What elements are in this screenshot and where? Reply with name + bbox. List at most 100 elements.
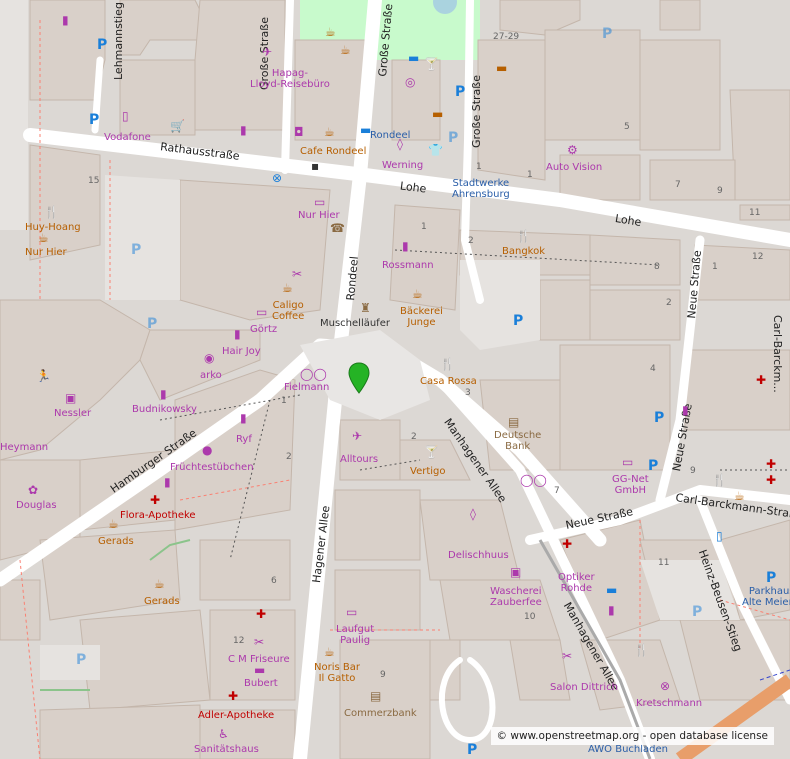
place-label-budnikowsky[interactable]: Budnikowsky	[132, 404, 197, 415]
place-label-gerads-2[interactable]: Gerads	[144, 596, 180, 607]
place-label-ryf[interactable]: Ryf	[236, 434, 252, 445]
location-marker-icon[interactable]	[348, 362, 370, 398]
shop-icon: ▬	[254, 663, 266, 677]
place-label-muschellaeufer[interactable]: Muschelläufer	[320, 318, 390, 329]
place-label-parkhaus[interactable]: Parkhaus Alte Meierei	[742, 586, 790, 608]
place-label-rondeel[interactable]: Rondeel	[370, 130, 410, 141]
place-label-salon-dittrich[interactable]: Salon Dittrich	[550, 682, 618, 693]
bicycle-shop-icon: ⊗	[660, 679, 671, 693]
shop-icon: ◎	[405, 75, 416, 89]
place-label-caligo[interactable]: Caligo Coffee	[272, 300, 304, 322]
shoe-shop-icon: ▭	[346, 605, 358, 619]
shop-icon: ▮	[164, 475, 171, 489]
shop-icon: ▣	[65, 391, 77, 405]
parking-icon: P	[513, 313, 524, 329]
shop-icon: ▮	[234, 327, 241, 341]
chemist-icon: ▮	[402, 239, 409, 253]
cosmetics-icon: ✿	[28, 483, 39, 497]
place-label-fielmann[interactable]: Fielmann	[284, 382, 329, 393]
place-label-casa-rossa[interactable]: Casa Rossa	[420, 376, 477, 387]
place-label-nessler[interactable]: Nessler	[54, 408, 91, 419]
place-label-sanitaetshaus[interactable]: Sanitätshaus	[194, 744, 259, 755]
place-label-vodafone[interactable]: Vodafone	[104, 132, 151, 143]
parking-icon: P	[448, 130, 459, 146]
map-canvas[interactable]: Rathausstraße Lohe Lohe Große Straße Gro…	[0, 0, 790, 759]
restaurant-icon: 🍴	[634, 643, 649, 657]
place-label-awo[interactable]: AWO Buchladen	[588, 744, 668, 755]
parking-icon: P	[147, 316, 158, 332]
information-icon: ▯	[716, 529, 723, 543]
place-label-alltours[interactable]: Alltours	[340, 454, 378, 465]
place-label-gerads[interactable]: Gerads	[98, 536, 134, 547]
place-label-gg-net[interactable]: GG-Net GmbH	[612, 474, 649, 496]
house-number: 11	[749, 208, 761, 218]
place-label-laufgut[interactable]: Laufgut Paulig	[336, 624, 374, 646]
house-number: 9	[690, 466, 696, 476]
camera-shop-icon: ◘	[294, 125, 304, 139]
place-label-douglas[interactable]: Douglas	[16, 500, 57, 511]
place-label-commerzbank[interactable]: Commerzbank	[344, 708, 417, 719]
shop-icon: ▮	[682, 403, 689, 417]
place-label-cm-friseure[interactable]: C M Friseure	[228, 654, 290, 665]
place-label-arko[interactable]: arko	[200, 370, 222, 381]
place-label-kretschmann[interactable]: Kretschmann	[636, 698, 702, 709]
place-label-adler-apotheke[interactable]: Adler-Apotheke	[198, 710, 274, 721]
shop-icon: ◉	[204, 351, 215, 365]
place-label-hair-joy[interactable]: Hair Joy	[222, 346, 261, 357]
marker-pin-icon	[348, 362, 370, 394]
place-label-deutsche-bank[interactable]: Deutsche Bank	[494, 430, 541, 452]
house-number: 12	[752, 252, 764, 262]
map-base-layer	[0, 0, 790, 759]
restaurant-icon: 🍴	[712, 473, 727, 487]
place-label-vertigo[interactable]: Vertigo	[410, 466, 446, 477]
place-label-nur-hier[interactable]: Nur Hier	[25, 247, 67, 258]
house-number: 2	[468, 236, 474, 246]
house-number: 11	[658, 558, 670, 568]
fastfood-icon: ▬	[432, 107, 444, 121]
bank-icon: ▤	[370, 689, 382, 703]
place-label-stadtwerke[interactable]: Stadtwerke Ahrensburg	[452, 178, 510, 200]
cafe-icon: ☕	[38, 231, 49, 245]
house-number: 1	[712, 262, 718, 272]
bakery-icon: ☕	[412, 287, 423, 301]
cafe-icon: ☕	[282, 281, 293, 295]
place-label-fruechtestuebchen[interactable]: Früchtestübchen	[170, 462, 254, 473]
memorial-icon: ▪	[311, 159, 320, 173]
place-label-auto-vision[interactable]: Auto Vision	[546, 162, 602, 173]
house-number: 4	[650, 364, 656, 374]
place-label-heymann[interactable]: Heymann	[0, 442, 48, 453]
place-label-wascherei[interactable]: Wascherei Zauberfee	[490, 586, 542, 608]
place-label-nur-hier-shop[interactable]: Nur Hier	[298, 210, 340, 221]
place-label-huy-hoang[interactable]: Huy-Hoang	[25, 222, 81, 233]
cafe-icon: ☕	[324, 645, 335, 659]
place-label-baeckerei[interactable]: Bäckerei Junge	[400, 306, 443, 328]
bus-stop-icon: ▬	[606, 583, 618, 597]
pharmacy-icon: ✚	[562, 537, 573, 551]
place-label-delischhuus[interactable]: Delischhuus	[448, 550, 509, 561]
telephone-icon: ☎	[330, 221, 345, 235]
greengrocer-icon: ●	[202, 443, 213, 457]
pharmacy-icon: ✚	[756, 373, 767, 387]
cafe-icon: ☕	[154, 577, 165, 591]
house-number: 1	[527, 170, 533, 180]
place-label-rossmann[interactable]: Rossmann	[382, 260, 434, 271]
house-number: 2	[666, 298, 672, 308]
bicycle-parking-icon: ⊗	[272, 171, 283, 185]
house-number: 8	[654, 262, 660, 272]
place-label-hapag[interactable]: Hapag- Lloyd-Reisebüro	[250, 68, 330, 90]
bar-icon: 🍸	[424, 445, 439, 459]
place-label-flora-apotheke[interactable]: Flora-Apotheke	[120, 510, 196, 521]
place-label-werning[interactable]: Werning	[382, 160, 423, 171]
place-label-optiker-rohde[interactable]: Optiker Rohde	[558, 572, 595, 594]
place-label-gortz[interactable]: Görtz	[250, 324, 277, 335]
street-label-carl-barckmann-side: Carl-Barckm...	[771, 315, 784, 393]
parking-icon: P	[766, 570, 777, 586]
map-attribution[interactable]: © www.openstreetmap.org - open database …	[490, 727, 774, 745]
travel-agency-icon: ✈	[352, 429, 363, 443]
place-label-cafe-rondeel[interactable]: Cafe Rondeel	[300, 146, 366, 157]
place-label-bangkok[interactable]: Bangkok	[502, 246, 545, 257]
bar-icon: 🍸	[424, 57, 439, 71]
place-label-bubert[interactable]: Bubert	[244, 678, 278, 689]
place-label-noris-bar[interactable]: Noris Bar Il Gatto	[314, 662, 360, 684]
house-number: 6	[271, 576, 277, 586]
